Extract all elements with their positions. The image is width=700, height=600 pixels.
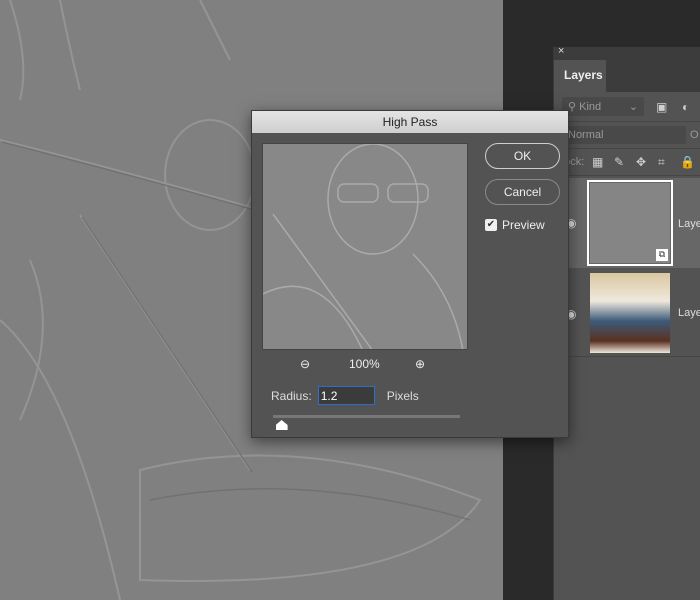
filter-preview[interactable] [262, 143, 468, 350]
layer-name: Layer [678, 218, 700, 230]
lock-artboard-icon[interactable]: ⌗ [658, 155, 665, 170]
layer-thumbnail-highpass: ⧉ [587, 180, 673, 266]
adjustment-filter-icon[interactable]: ◐ [682, 100, 689, 114]
zoom-out-icon[interactable]: ⊖ [300, 357, 310, 371]
layers-panel: × Layers ⚲ Kind ⌄ ▣ ◐ Normal O Lock: ▦ ✎… [553, 45, 700, 600]
lock-transparent-icon[interactable]: ▦ [592, 155, 603, 169]
radius-slider-track[interactable] [273, 415, 460, 418]
smart-object-icon: ⧉ [656, 249, 668, 261]
cancel-button[interactable]: Cancel [485, 179, 560, 205]
ok-button[interactable]: OK [485, 143, 560, 169]
radius-label: Radius: [271, 388, 312, 403]
radius-unit: Pixels [386, 388, 419, 403]
layer-name: Layer [678, 307, 700, 319]
high-pass-dialog: High Pass OK Cancel ✔ Preview ⊖ 100% ⊕ Ra… [251, 110, 569, 438]
close-panel-button[interactable]: × [558, 45, 564, 57]
preview-checkbox[interactable]: ✔ Preview [485, 218, 545, 232]
image-filter-icon[interactable]: ▣ [656, 100, 667, 114]
preview-image [263, 144, 464, 349]
zoom-in-icon[interactable]: ⊕ [415, 357, 425, 371]
lock-paint-icon[interactable]: ✎ [614, 155, 624, 169]
radius-slider-thumb[interactable] [275, 420, 288, 430]
lock-position-icon[interactable]: ✥ [636, 155, 646, 169]
preview-label: Preview [502, 218, 545, 232]
opacity-label: O [690, 129, 699, 141]
layer-row[interactable]: ◉ Layer [554, 269, 700, 357]
blend-mode-select[interactable]: Normal [562, 126, 686, 144]
layer-thumbnail-photo [590, 273, 670, 353]
layer-filter-kind[interactable]: ⚲ Kind ⌄ [562, 97, 644, 116]
filter-kind-label: Kind [579, 101, 602, 113]
dialog-title: High Pass [252, 111, 568, 133]
lock-all-icon[interactable]: 🔒 [680, 155, 695, 169]
radius-input[interactable] [317, 386, 375, 405]
checkbox-checked-icon: ✔ [485, 219, 497, 231]
tab-layers[interactable]: Layers [554, 60, 606, 92]
blend-mode-value: Normal [568, 129, 604, 141]
layer-row-selected[interactable]: ◉ ⧉ Layer [554, 178, 700, 268]
zoom-level: 100% [349, 357, 380, 371]
